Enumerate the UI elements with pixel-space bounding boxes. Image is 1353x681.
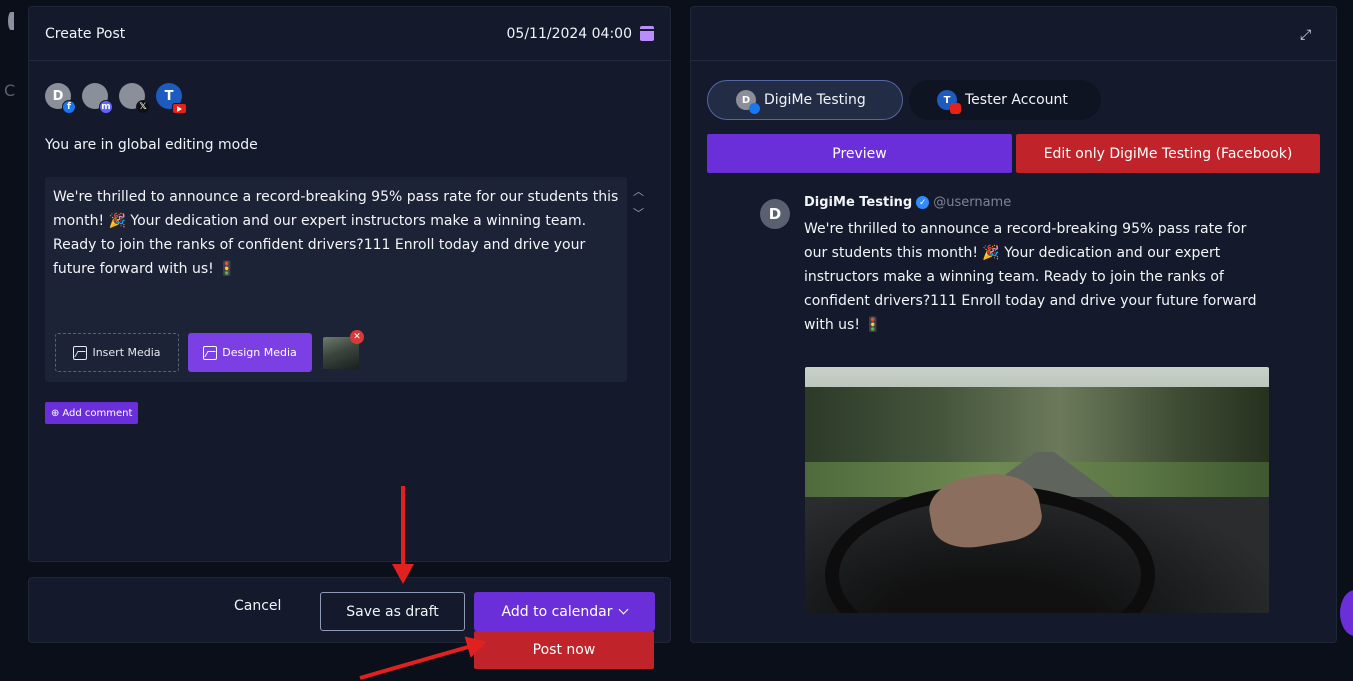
preview-button[interactable]: Preview	[707, 134, 1012, 173]
tab-digime-testing[interactable]: D DigiMe Testing	[707, 80, 903, 120]
app-stage: C Create Post 05/11/2024 04:00 D f m 𝕏 T	[0, 0, 1353, 681]
page-title: Create Post	[45, 25, 126, 42]
tab-label: DigiMe Testing	[764, 92, 866, 108]
post-username: @username	[933, 195, 1012, 210]
insert-media-label: Insert Media	[92, 346, 161, 359]
floating-help-button[interactable]	[1340, 590, 1353, 636]
add-comment-label: Add comment	[62, 407, 133, 419]
facebook-icon: f	[62, 100, 76, 114]
preview-panel: ⤢ D DigiMe Testing T Tester Account Prev…	[690, 6, 1337, 643]
cancel-button[interactable]: Cancel	[234, 598, 281, 614]
selected-accounts: D f m 𝕏 T	[45, 83, 187, 114]
preview-header: ⤢	[691, 7, 1336, 61]
post-header: DigiMe Testing ✓ @username	[804, 195, 1011, 210]
design-media-label: Design Media	[222, 346, 297, 359]
verified-badge-icon: ✓	[916, 196, 930, 209]
avatar-letter: D	[52, 88, 64, 104]
plus-circle-icon: ⊕	[51, 407, 60, 419]
create-post-panel: Create Post 05/11/2024 04:00 D f m 𝕏 T Y…	[28, 6, 671, 562]
schedule-date: 05/11/2024 04:00	[506, 25, 633, 42]
youtube-icon	[172, 103, 187, 114]
insert-media-button[interactable]: Insert Media	[55, 333, 179, 372]
post-now-menu-item[interactable]: Post now	[474, 631, 654, 669]
calendar-icon[interactable]	[640, 26, 654, 41]
post-text-area[interactable]: We're thrilled to announce a record-brea…	[53, 185, 623, 281]
youtube-icon	[950, 103, 961, 114]
post-author-name: DigiMe Testing	[804, 195, 913, 210]
add-to-calendar-label: Add to calendar	[501, 603, 613, 620]
tab-avatar: D	[736, 90, 760, 114]
account-tabs: D DigiMe Testing T Tester Account	[707, 80, 1101, 120]
chevron-up-icon[interactable]: ︿	[633, 183, 644, 199]
edit-only-button[interactable]: Edit only DigiMe Testing (Facebook)	[1016, 134, 1320, 173]
account-avatar-x[interactable]: 𝕏	[119, 83, 150, 114]
editing-mode-text: You are in global editing mode	[45, 137, 258, 153]
remove-media-icon[interactable]: ✕	[350, 330, 364, 344]
avatar-letter: D	[741, 94, 751, 106]
image-icon	[73, 345, 88, 360]
post-preview-text: We're thrilled to announce a record-brea…	[804, 221, 1257, 333]
add-comment-button[interactable]: ⊕ Add comment	[45, 402, 139, 424]
image-icon	[203, 345, 218, 360]
expand-icon[interactable]: ⤢	[1300, 27, 1316, 43]
account-avatar-youtube[interactable]: T	[156, 83, 187, 114]
mastodon-icon: m	[99, 100, 113, 114]
background-fragment	[8, 12, 14, 30]
editor-header: Create Post 05/11/2024 04:00	[29, 7, 670, 61]
account-avatar-mastodon[interactable]: m	[82, 83, 113, 114]
composer-scroll[interactable]: ︿ ﹀	[633, 183, 644, 221]
annotation-arrow-down	[392, 486, 414, 584]
chevron-down-icon	[619, 604, 629, 615]
background-fragment-letter: C	[4, 81, 16, 100]
x-icon: 𝕏	[136, 100, 150, 114]
tab-label: Tester Account	[965, 92, 1068, 108]
save-draft-button[interactable]: Save as draft	[320, 592, 465, 631]
chevron-down-icon[interactable]: ﹀	[633, 205, 644, 221]
tab-avatar: T	[937, 90, 961, 114]
design-media-button[interactable]: Design Media	[188, 333, 312, 372]
tab-tester-account[interactable]: T Tester Account	[909, 80, 1101, 120]
schedule-date-picker[interactable]: 05/11/2024 04:00	[506, 25, 654, 42]
add-to-calendar-button[interactable]: Add to calendar	[474, 592, 655, 631]
post-preview-image	[805, 367, 1269, 613]
account-avatar-facebook[interactable]: D f	[45, 83, 76, 114]
facebook-icon	[749, 103, 760, 114]
avatar: D	[760, 199, 790, 229]
avatar-letter: T	[164, 88, 174, 104]
annotation-arrow-diagonal	[359, 643, 476, 680]
